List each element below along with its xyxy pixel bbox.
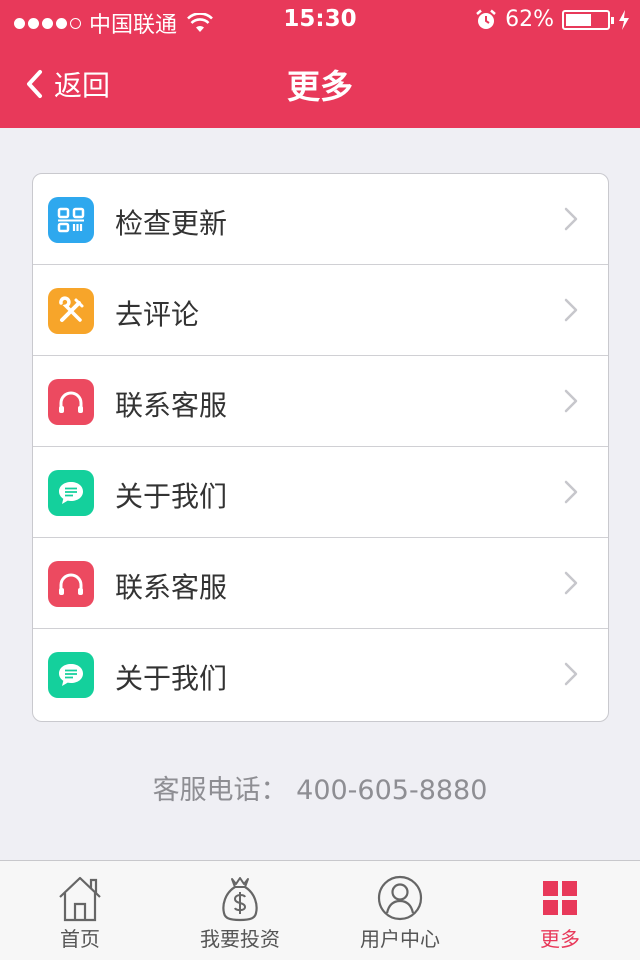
status-right: 62% <box>475 7 630 32</box>
tab-invest[interactable]: 我要投资 <box>160 861 320 960</box>
service-phone[interactable]: 客服电话： 400-605-8880 <box>0 768 640 807</box>
status-bar: 中国联通 15:30 62% <box>0 0 640 40</box>
headphones-icon <box>48 561 94 607</box>
chat-bubble-icon <box>48 652 94 698</box>
chevron-right-icon <box>564 662 578 686</box>
alarm-icon <box>476 9 496 29</box>
menu-item-label: 联系客服 <box>115 571 228 604</box>
tools-icon <box>48 288 94 334</box>
user-icon <box>377 875 423 921</box>
menu-item-check-update[interactable]: 检查更新 <box>33 174 608 265</box>
header: 中国联通 15:30 62% 返回 更多 <box>0 0 640 128</box>
menu-item-about-us[interactable]: 关于我们 <box>33 629 608 720</box>
menu-item-contact-support[interactable]: 联系客服 <box>33 356 608 447</box>
chevron-right-icon <box>564 571 578 595</box>
tab-label: 我要投资 <box>200 927 280 951</box>
tab-home[interactable]: 首页 <box>0 861 160 960</box>
page-title: 更多 <box>287 67 353 106</box>
chevron-right-icon <box>564 389 578 413</box>
menu-item-review[interactable]: 去评论 <box>33 265 608 356</box>
menu-item-contact-support[interactable]: 联系客服 <box>33 538 608 629</box>
tab-bar: 首页 我要投资 用户中心 更多 <box>0 860 640 960</box>
charging-bolt-icon <box>619 9 629 30</box>
tab-label: 首页 <box>60 927 100 951</box>
nav-bar: 返回 更多 <box>0 40 640 128</box>
menu-item-label: 联系客服 <box>115 389 228 422</box>
chat-bubble-icon <box>48 470 94 516</box>
menu-item-label: 关于我们 <box>115 662 228 695</box>
battery-percent: 62% <box>505 7 554 32</box>
menu-item-label: 去评论 <box>115 298 200 331</box>
menu-item-label: 关于我们 <box>115 480 228 513</box>
menu-item-about-us[interactable]: 关于我们 <box>33 447 608 538</box>
headphones-icon <box>48 379 94 425</box>
qr-scan-icon <box>48 197 94 243</box>
money-bag-icon <box>222 877 258 922</box>
menu-list: 检查更新 去评论 联系客服 关于我们 联系客服 关于我们 <box>32 173 609 722</box>
tab-label: 更多 <box>540 927 580 951</box>
battery-icon <box>562 9 614 30</box>
tab-label: 用户中心 <box>360 927 440 951</box>
grid-icon <box>543 881 577 915</box>
chevron-right-icon <box>564 480 578 504</box>
chevron-right-icon <box>564 207 578 231</box>
chevron-right-icon <box>564 298 578 322</box>
tab-more[interactable]: 更多 <box>480 861 640 960</box>
home-icon <box>59 876 101 922</box>
tab-user-center[interactable]: 用户中心 <box>320 861 480 960</box>
menu-item-label: 检查更新 <box>115 207 228 240</box>
